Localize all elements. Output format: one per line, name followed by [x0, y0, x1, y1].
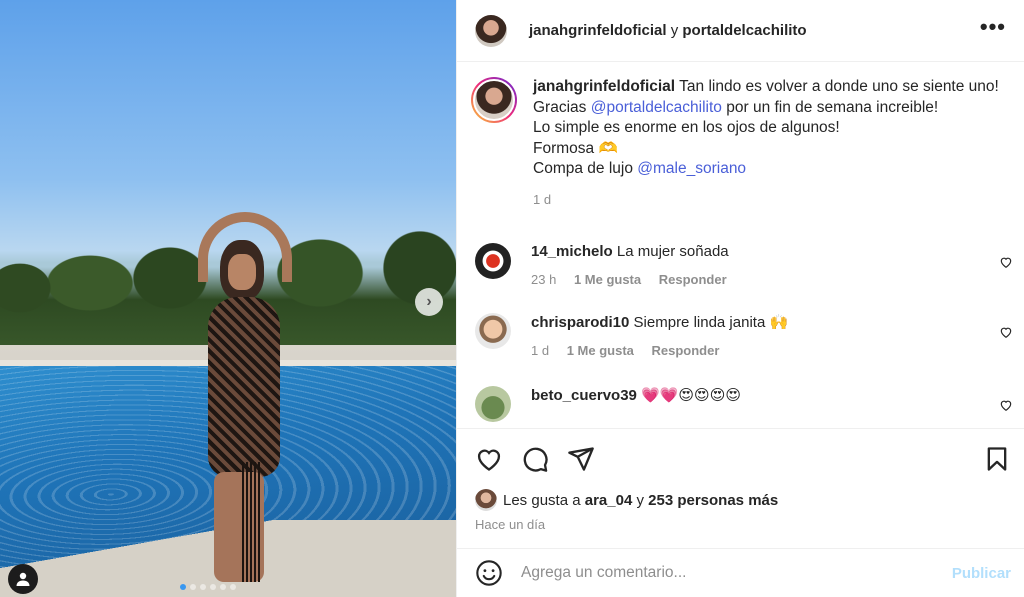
comment-input[interactable]	[521, 564, 952, 582]
caption-line-2-suffix: por un fin de semana increible!	[726, 98, 939, 116]
carousel-dot	[190, 584, 196, 590]
post-details-panel: janahgrinfeldoficial y portaldelcachilit…	[456, 0, 1024, 597]
post-header: janahgrinfeldoficial y portaldelcachilit…	[457, 0, 1024, 62]
caption-line-1: Tan lindo es volver a donde uno se sient…	[679, 78, 999, 95]
emoji-smiley-icon[interactable]	[475, 559, 503, 587]
likes-prefix: Les gusta a	[503, 491, 581, 509]
comment-time[interactable]: 1 d	[531, 343, 549, 358]
like-comment-icon[interactable]	[999, 255, 1013, 269]
comment-text: 💗💗😍😍😍😍	[641, 386, 741, 404]
reply-button[interactable]: Responder	[652, 343, 720, 358]
share-send-icon[interactable]	[567, 445, 595, 473]
likes-summary[interactable]: Les gusta a ara_04 y 253 personas más	[457, 473, 1024, 511]
comment: 14_michelo La mujer soñada 23 h 1 Me gus…	[457, 242, 1024, 287]
caption-author-avatar[interactable]	[471, 77, 517, 123]
carousel-dot	[220, 584, 226, 590]
carousel-next-button[interactable]: ›	[415, 288, 443, 316]
post-actions: Les gusta a ara_04 y 253 personas más Ha…	[457, 428, 1024, 548]
caption: janahgrinfeldoficial Tan lindo es volver…	[457, 63, 1024, 211]
chevron-right-icon: ›	[426, 293, 432, 310]
more-options-button[interactable]: •••	[980, 16, 1006, 38]
comment-likes[interactable]: 1 Me gusta	[567, 343, 634, 358]
post-authors: janahgrinfeldoficial y portaldelcachilit…	[529, 22, 807, 39]
mention-link[interactable]: @male_soriano	[637, 160, 746, 177]
carousel-dot	[230, 584, 236, 590]
caption-line-4: Formosa 🫶	[533, 139, 618, 157]
carousel-dot	[180, 584, 186, 590]
comment-time[interactable]: 23 h	[531, 272, 556, 287]
reply-button[interactable]: Responder	[659, 272, 727, 287]
authors-connector: y	[670, 22, 679, 39]
comment-username[interactable]: beto_cuervo39	[531, 387, 637, 404]
post-modal: › janahgrinfeldoficial y portaldelcachil…	[0, 0, 1024, 597]
commenter-avatar[interactable]	[475, 242, 511, 279]
post-image[interactable]: ›	[0, 0, 456, 597]
likes-connector: y	[636, 491, 644, 509]
author-avatar[interactable]	[475, 14, 507, 47]
user-icon	[16, 572, 30, 586]
comment: beto_cuervo39 💗💗😍😍😍😍	[457, 385, 1024, 422]
like-comment-icon[interactable]	[999, 325, 1013, 339]
like-heart-icon[interactable]	[475, 445, 503, 473]
comment: chrisparodi10 Siempre linda janita 🙌 1 d…	[457, 312, 1024, 358]
comment-likes[interactable]: 1 Me gusta	[574, 272, 641, 287]
caption-line-5-prefix: Compa de lujo	[533, 160, 633, 178]
mention-link[interactable]: @portaldelcachilito	[591, 99, 722, 116]
comment-bubble-icon[interactable]	[521, 445, 549, 473]
carousel-dot	[200, 584, 206, 590]
comment-text: La mujer soñada	[616, 242, 729, 260]
tagged-users-button[interactable]	[8, 564, 38, 594]
carousel-dots	[180, 584, 236, 590]
add-comment-bar: Publicar	[457, 548, 1024, 597]
publish-button[interactable]: Publicar	[952, 565, 1011, 582]
caption-text: janahgrinfeldoficial Tan lindo es volver…	[533, 77, 1003, 211]
caption-line-2-prefix: Gracias	[533, 98, 587, 116]
caption-line-3: Lo simple es enorme en los ojos de algun…	[533, 119, 840, 137]
liker-username[interactable]: ara_04	[585, 492, 633, 509]
bookmark-save-icon[interactable]	[983, 445, 1011, 473]
woman-figure	[190, 212, 300, 592]
commenter-avatar[interactable]	[475, 312, 511, 349]
carousel-dot	[210, 584, 216, 590]
author-username[interactable]: janahgrinfeldoficial	[529, 22, 667, 39]
likes-others[interactable]: 253 personas más	[648, 492, 778, 509]
like-comment-icon[interactable]	[999, 398, 1013, 412]
comment-username[interactable]: chrisparodi10	[531, 314, 629, 331]
comment-username[interactable]: 14_michelo	[531, 243, 613, 260]
caption-username[interactable]: janahgrinfeldoficial	[533, 78, 675, 95]
post-time[interactable]: Hace un día	[457, 511, 1024, 538]
comment-text: Siempre linda janita 🙌	[633, 313, 789, 331]
caption-time[interactable]: 1 d	[533, 190, 1003, 211]
liker-avatar	[475, 489, 497, 511]
commenter-avatar[interactable]	[475, 385, 511, 422]
collaborator-username[interactable]: portaldelcachilito	[682, 22, 806, 39]
comments-scroll-area[interactable]: janahgrinfeldoficial Tan lindo es volver…	[457, 63, 1024, 427]
